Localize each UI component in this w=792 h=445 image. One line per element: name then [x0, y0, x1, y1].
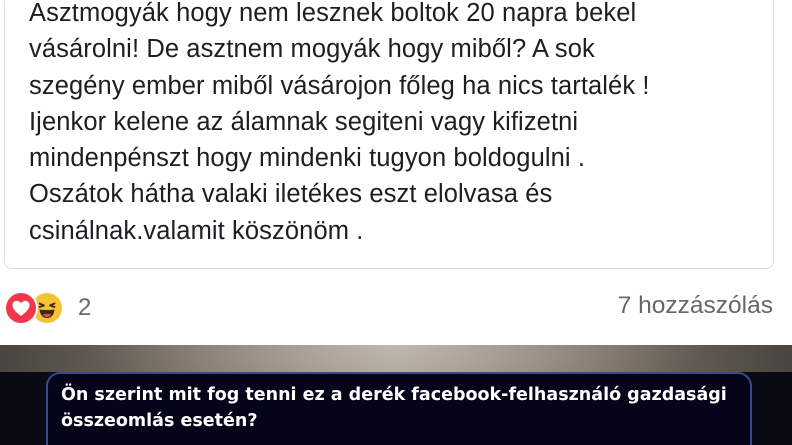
reaction-count: 2 — [78, 294, 92, 321]
quiz-question-text: Ön szerint mit fog tenni ez a derék face… — [61, 385, 727, 431]
comment-count-link[interactable]: 7 hozzászólás — [618, 292, 773, 320]
reactions-summary[interactable]: 2 — [4, 291, 91, 325]
post-text: Asztmogyák hogy nem lesznek boltok 20 na… — [29, 0, 650, 245]
post-card: Asztmogyák hogy nem lesznek boltok 20 na… — [4, 0, 774, 269]
quiz-question-box: Ön szerint mit fog tenni ez a derék face… — [46, 372, 752, 445]
post-area: Asztmogyák hogy nem lesznek boltok 20 na… — [0, 0, 792, 345]
love-reaction-icon — [4, 291, 38, 325]
